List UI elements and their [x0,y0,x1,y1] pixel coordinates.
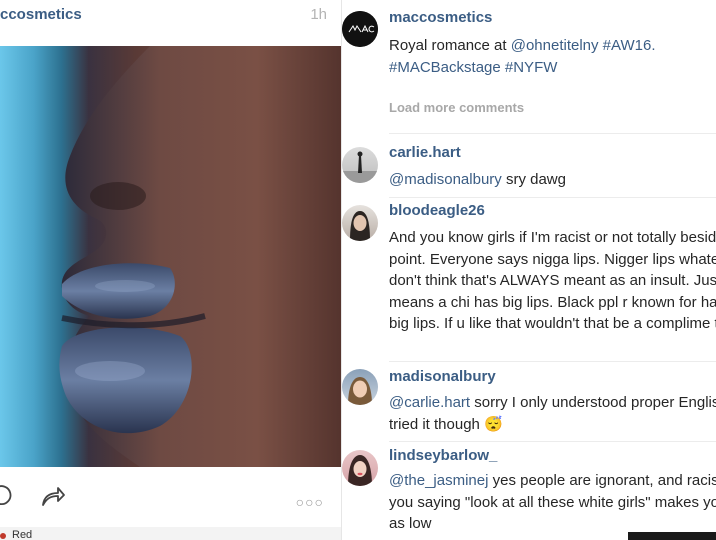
post-header: ccosmetics 1h [0,0,341,46]
caption-hashtag[interactable]: #AW16. [599,37,656,54]
post-timestamp: 1h [310,6,327,23]
post-panel: ccosmetics 1h ○○○ Red [0,0,341,540]
comment-mention[interactable]: @madisonalbury [389,171,502,188]
comment-text: @the_jasminej yes people are ignorant, a… [389,470,716,535]
comment-text: @madisonalbury sry dawg [389,169,716,191]
comment-text: @carlie.hart sorry I only understood pro… [389,392,716,435]
comment-body: And you know girls if I'm racist or not … [389,229,716,332]
divider [389,361,716,362]
comment-icon[interactable] [0,484,16,513]
comment-username[interactable]: lindseybarlow_ [389,447,497,464]
comment-mention[interactable]: @the_jasminej [389,472,488,489]
bottom-label: Red [12,529,33,540]
bottom-bar-light [342,532,628,540]
mac-logo-icon [342,11,378,47]
caption-username[interactable]: maccosmetics [389,9,492,26]
post-photo[interactable] [0,46,341,467]
avatar[interactable] [342,369,378,405]
caption-text-prefix: Royal romance at [389,37,511,54]
divider [389,133,716,134]
avatar[interactable] [342,205,378,241]
avatar-photo [348,377,372,405]
comment-username[interactable]: bloodeagle26 [389,202,485,219]
comments-panel: maccosmetics Royal romance at @ohnetitel… [342,0,716,540]
divider [389,197,716,198]
lips-illustration [59,46,341,467]
status-dot [0,533,6,539]
comment-username[interactable]: madisonalbury [389,368,496,385]
avatar[interactable] [342,147,378,183]
caption-text: Royal romance at @ohnetitelny #AW16. #MA… [389,35,716,78]
caption-hashtags[interactable]: #MACBackstage #NYFW [389,59,557,76]
avatar[interactable] [342,450,378,486]
caption-mention[interactable]: @ohnetitelny [511,37,599,54]
avatar-photo [342,151,378,183]
post-username[interactable]: ccosmetics [0,6,82,23]
avatar-photo [348,455,372,486]
load-more-comments-button[interactable]: Load more comments [389,100,524,115]
comment-body: sry dawg [501,171,566,188]
comment-username[interactable]: carlie.hart [389,144,461,161]
divider [389,441,716,442]
share-icon[interactable] [40,485,66,512]
avatar[interactable] [342,11,378,47]
more-icon[interactable]: ○○○ [296,494,324,510]
post-actions-bar: ○○○ [0,467,341,527]
comment-mention[interactable]: @carlie.hart [389,394,470,411]
bottom-strip [0,527,341,540]
avatar-photo [350,211,370,241]
